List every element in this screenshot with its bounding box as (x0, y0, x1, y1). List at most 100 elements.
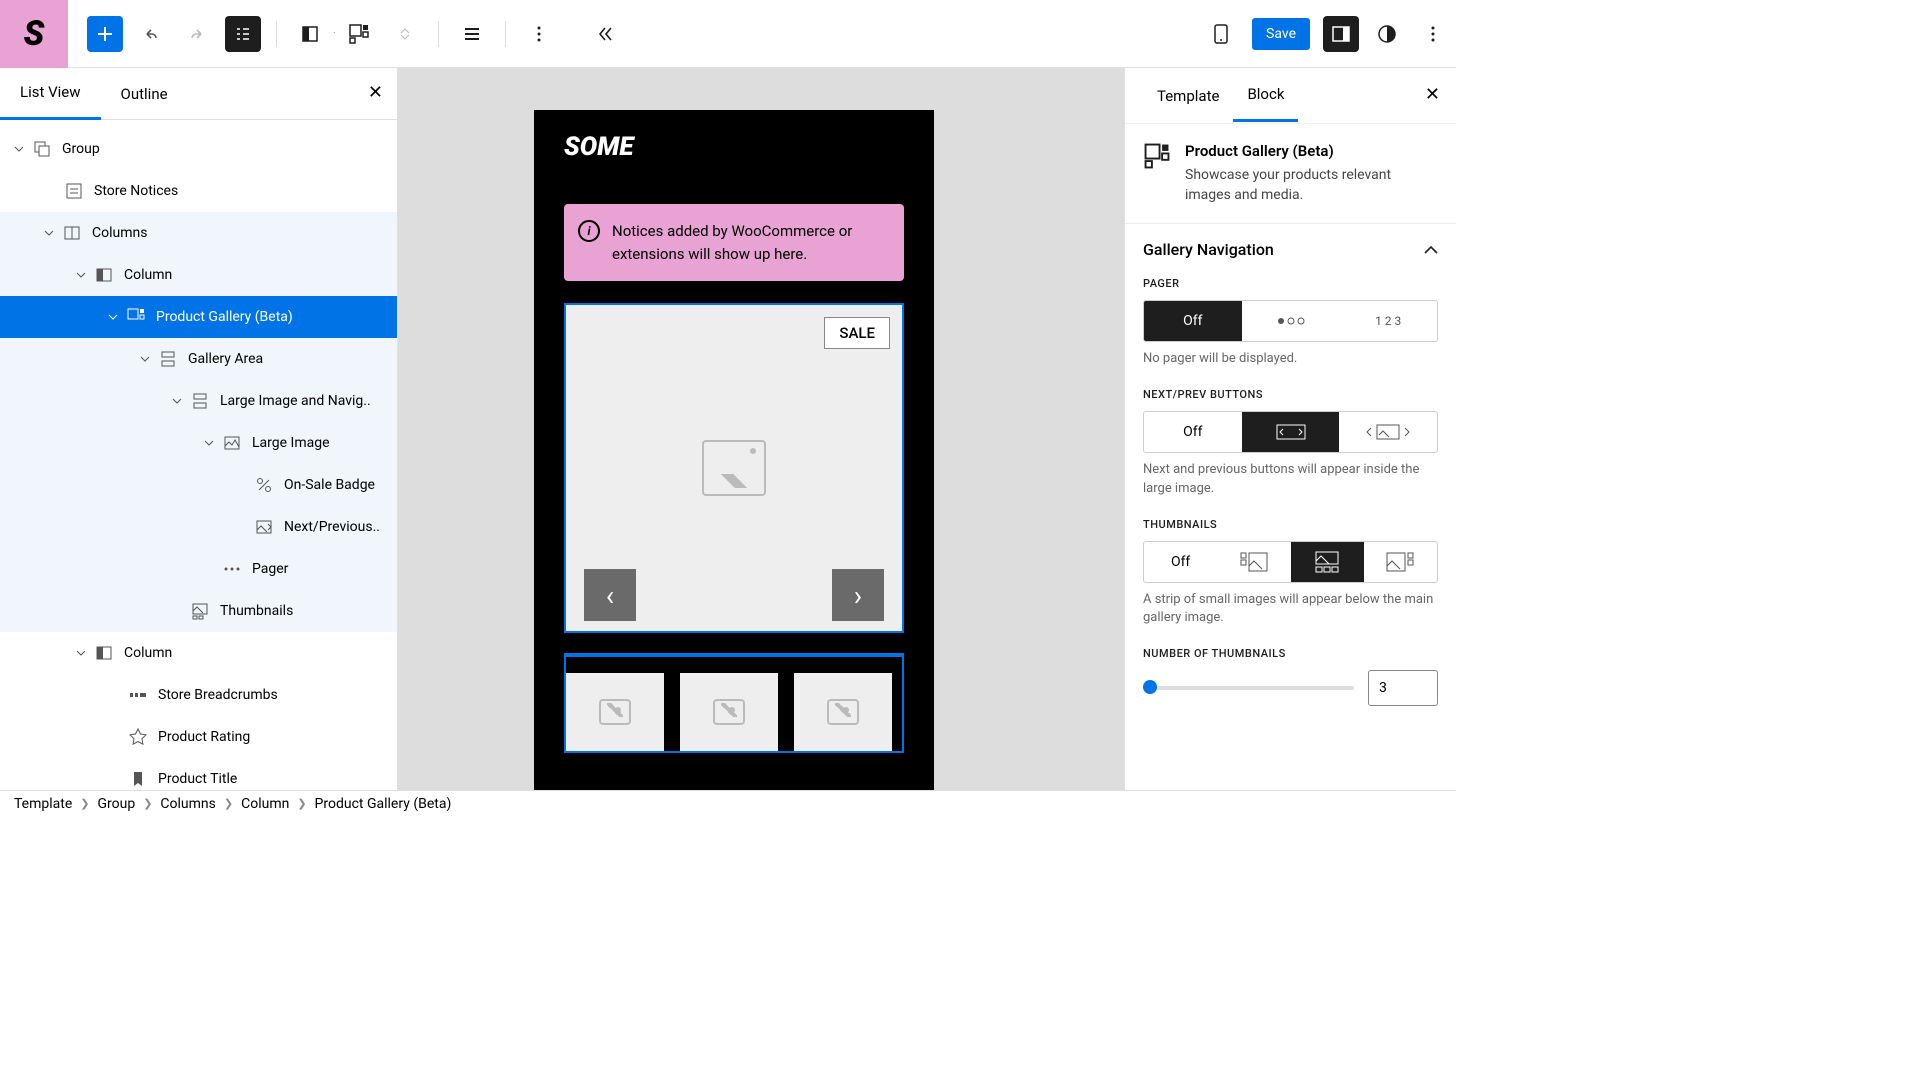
block-type-button[interactable] (292, 16, 328, 52)
tree-item-store-breadcrumbs[interactable]: Store Breadcrumbs (0, 674, 397, 716)
stack-icon (188, 389, 212, 413)
thumbnails-option-bottom[interactable] (1291, 542, 1364, 582)
close-settings-button[interactable]: ✕ (1425, 84, 1440, 105)
tab-block[interactable]: Block (1233, 69, 1298, 122)
editor-options-button[interactable] (1415, 16, 1451, 52)
info-icon: i (578, 220, 600, 242)
breadcrumb-item[interactable]: Template (14, 796, 72, 812)
top-toolbar: S · Save (0, 0, 1456, 68)
prev-image-button[interactable]: ‹ (584, 569, 636, 621)
pager-option-numbers[interactable]: 1 2 3 (1339, 301, 1437, 341)
add-block-button[interactable] (87, 16, 123, 52)
thumbnail-item[interactable] (794, 673, 892, 751)
pager-option-dots[interactable] (1242, 301, 1340, 341)
pager-option-off[interactable]: Off (1144, 301, 1242, 341)
column-icon (300, 24, 320, 44)
notice-text: Notices added by WooCommerce or extensio… (612, 222, 852, 263)
num-thumbnails-slider[interactable] (1143, 686, 1354, 690)
thumbnails-option-right[interactable] (1364, 542, 1437, 582)
tree-item-store-notices[interactable]: Store Notices (0, 170, 397, 212)
chevron-down-icon (44, 228, 54, 238)
tab-outline[interactable]: Outline (101, 69, 188, 119)
tree-label: Large Image (252, 435, 330, 451)
thumbnails-option-off[interactable]: Off (1144, 542, 1217, 582)
chevron-right-icon: ❯ (297, 797, 306, 810)
block-mover[interactable] (387, 16, 423, 52)
large-image-block[interactable]: SALE ‹ › (564, 303, 904, 633)
tree-label: Next/Previous.. (284, 519, 380, 535)
mobile-icon (1213, 23, 1229, 45)
breadcrumb-item[interactable]: Group (97, 796, 135, 812)
tree-item-column-1[interactable]: Column (0, 254, 397, 296)
double-chevron-left-icon (596, 25, 614, 43)
tree-item-thumbnails[interactable]: Thumbnails (0, 590, 397, 632)
left-panel-tabs: List View Outline ✕ (0, 68, 397, 120)
tree-label: Column (124, 645, 172, 661)
next-image-button[interactable]: › (832, 569, 884, 621)
store-notice[interactable]: i Notices added by WooCommerce or extens… (564, 204, 904, 281)
tree-item-column-2[interactable]: Column (0, 632, 397, 674)
tree-item-large-image[interactable]: Large Image (0, 422, 397, 464)
tree-item-large-image-navig[interactable]: Large Image and Navig.. (0, 380, 397, 422)
editor-canvas[interactable]: SOME i Notices added by WooCommerce or e… (398, 68, 1124, 790)
section-gallery-navigation[interactable]: Gallery Navigation (1143, 240, 1438, 259)
breadcrumb-item[interactable]: Columns (160, 796, 215, 812)
tree-item-product-gallery[interactable]: Product Gallery (Beta) (0, 296, 397, 338)
nextprev-option-inside[interactable] (1242, 412, 1340, 452)
site-logo[interactable]: S (0, 0, 68, 68)
thumbnail-item[interactable] (566, 673, 664, 751)
thumbnail-item[interactable] (680, 673, 778, 751)
tree-label: Product Gallery (Beta) (156, 309, 293, 325)
settings-panel: Template Block ✕ Product Gallery (Beta) … (1124, 68, 1456, 790)
tree-item-columns[interactable]: Columns (0, 212, 397, 254)
tree-item-gallery-area[interactable]: Gallery Area (0, 338, 397, 380)
tree-label: Gallery Area (188, 351, 263, 367)
thumbnails-block[interactable] (564, 653, 904, 753)
tab-list-view[interactable]: List View (0, 67, 101, 120)
align-button[interactable] (454, 16, 490, 52)
tree-label: Store Breadcrumbs (158, 687, 278, 703)
num-thumbnails-control (1143, 670, 1438, 706)
chevron-down-icon (140, 354, 150, 364)
list-view-panel: List View Outline ✕ Group Store Notices … (0, 68, 398, 790)
tree-item-product-title[interactable]: Product Title (0, 758, 397, 790)
tree-label: Columns (92, 225, 147, 241)
tree-label: On-Sale Badge (284, 477, 375, 493)
block-options-button[interactable] (521, 16, 557, 52)
notice-icon (62, 179, 86, 203)
breadcrumb-item[interactable]: Column (241, 796, 289, 812)
document-overview-button[interactable] (225, 16, 261, 52)
thumbnails-option-left[interactable] (1217, 542, 1290, 582)
undo-button[interactable] (133, 16, 169, 52)
tree-item-pager[interactable]: Pager (0, 548, 397, 590)
save-button[interactable]: Save (1252, 18, 1310, 50)
styles-button[interactable] (1369, 16, 1405, 52)
num-thumbnails-input[interactable] (1368, 670, 1438, 706)
tree-item-group[interactable]: Group (0, 128, 397, 170)
nextprev-option-off[interactable]: Off (1144, 412, 1242, 452)
list-view-icon (233, 24, 253, 44)
tree-label: Pager (252, 561, 288, 577)
gallery-block-button[interactable] (341, 16, 377, 52)
close-panel-button[interactable]: ✕ (368, 82, 383, 103)
breadcrumb-item[interactable]: Product Gallery (Beta) (315, 796, 452, 812)
view-mobile-button[interactable] (1203, 16, 1239, 52)
settings-tabs: Template Block ✕ (1125, 68, 1456, 124)
collapse-toolbar-button[interactable] (587, 16, 623, 52)
tree-item-on-sale-badge[interactable]: On-Sale Badge (0, 464, 397, 506)
nextprev-toggle-group: Off (1143, 411, 1438, 453)
product-gallery-icon (348, 23, 370, 45)
nextprev-option-outside[interactable] (1339, 412, 1437, 452)
columns-icon (60, 221, 84, 245)
sidebar-icon (1331, 24, 1351, 44)
chevron-right-icon: ❯ (143, 797, 152, 810)
tree-item-next-previous[interactable]: Next/Previous.. (0, 506, 397, 548)
kebab-icon (1423, 24, 1443, 44)
settings-body: Gallery Navigation PAGER Off 1 2 3 No pa… (1125, 224, 1456, 790)
redo-button[interactable] (179, 16, 215, 52)
tab-template[interactable]: Template (1143, 71, 1233, 121)
settings-sidebar-button[interactable] (1323, 16, 1359, 52)
chevron-down-icon (172, 396, 182, 406)
tree-item-product-rating[interactable]: Product Rating (0, 716, 397, 758)
redo-icon (187, 24, 207, 44)
